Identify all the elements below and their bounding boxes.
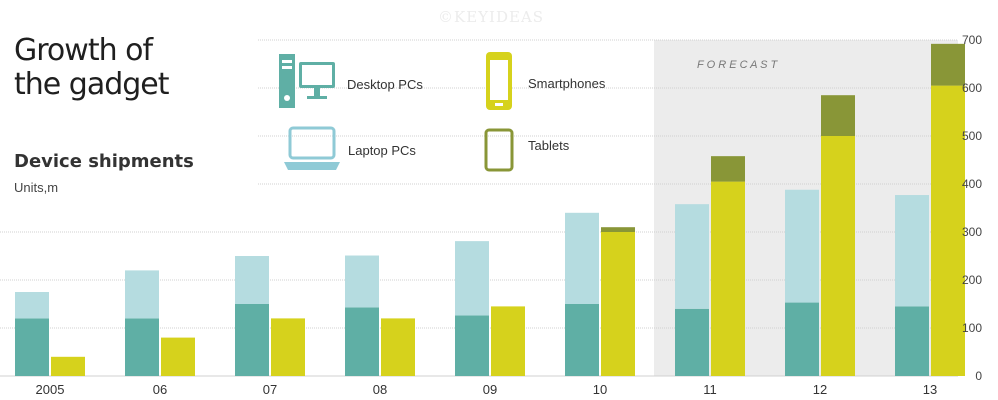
y-tick-label: 700 (962, 33, 982, 47)
bar-laptop-06 (125, 270, 159, 319)
bar-smartphone-07 (271, 318, 305, 376)
bar-laptop-09 (455, 241, 489, 316)
watermark: ©KEYIDEAS (438, 8, 545, 26)
bar-tablet-11 (711, 156, 745, 182)
x-tick-label: 11 (703, 382, 717, 397)
bar-smartphone-2005 (51, 356, 85, 376)
chart-title: Growth of the gadget (14, 33, 170, 102)
y-tick-label: 600 (962, 81, 982, 95)
y-tick-label: 200 (962, 273, 982, 287)
tablet-icon (484, 128, 514, 177)
laptop-icon (282, 124, 342, 177)
x-tick-label: 13 (923, 382, 937, 397)
y-tick-label: 100 (962, 321, 982, 335)
y-tick-label: 500 (962, 129, 982, 143)
bar-smartphone-13 (931, 85, 965, 376)
bar-smartphone-09 (491, 306, 525, 376)
chart-subtitle: Device shipments (14, 151, 194, 172)
bar-desktop-07 (235, 304, 269, 376)
legend-label-laptop: Laptop PCs (348, 143, 416, 158)
legend-item-laptop: Laptop PCs (282, 124, 416, 177)
bar-smartphone-10 (601, 232, 635, 376)
bar-desktop-09 (455, 315, 489, 376)
bar-laptop-08 (345, 255, 379, 308)
x-tick-label: 09 (483, 382, 497, 397)
bar-desktop-13 (895, 306, 929, 376)
x-tick-label: 2005 (36, 382, 65, 397)
title-line-2: the gadget (14, 67, 170, 102)
bar-desktop-08 (345, 307, 379, 376)
bar-desktop-10 (565, 304, 599, 376)
bar-laptop-10 (565, 212, 599, 304)
forecast-label: F O R E C A S T (697, 59, 779, 71)
legend-label-smartphone: Smartphones (528, 76, 606, 91)
bar-desktop-06 (125, 318, 159, 376)
bar-smartphone-06 (161, 337, 195, 376)
bar-tablet-13 (931, 43, 965, 86)
x-tick-label: 07 (263, 382, 277, 397)
y-axis: 0 100 200 300 400 500 600 700 (962, 33, 982, 383)
bar-laptop-07 (235, 256, 269, 304)
units-label: Units,m (14, 180, 59, 195)
bar-smartphone-11 (711, 181, 745, 376)
bar-laptop-12 (785, 189, 819, 303)
bar-laptop-13 (895, 195, 929, 307)
bar-desktop-12 (785, 302, 819, 376)
x-tick-label: 10 (593, 382, 607, 397)
bar-laptop-2005 (15, 292, 49, 319)
y-tick-label: 0 (975, 369, 982, 383)
bar-desktop-2005 (15, 318, 49, 376)
bar-smartphone-12 (821, 136, 855, 376)
legend-label-desktop: Desktop PCs (347, 77, 423, 92)
legend-item-tablet: Tablets (484, 128, 569, 177)
desktop-pc-icon (279, 52, 339, 117)
x-axis: 2005 06 07 08 09 10 11 12 13 (36, 382, 938, 397)
smartphone-icon (484, 50, 514, 117)
legend-item-smartphone: Smartphones (484, 50, 605, 117)
x-tick-label: 06 (153, 382, 167, 397)
bar-tablet-10 (601, 227, 635, 232)
x-tick-label: 12 (813, 382, 827, 397)
y-tick-label: 300 (962, 225, 982, 239)
title-line-1: Growth of (14, 33, 153, 68)
bar-laptop-11 (675, 204, 709, 309)
x-tick-label: 08 (373, 382, 387, 397)
y-tick-label: 400 (962, 177, 982, 191)
bar-smartphone-08 (381, 318, 415, 376)
bar-desktop-11 (675, 308, 709, 376)
legend-label-tablet: Tablets (528, 138, 570, 153)
legend-item-desktop: Desktop PCs (279, 52, 423, 117)
bar-tablet-12 (821, 95, 855, 136)
